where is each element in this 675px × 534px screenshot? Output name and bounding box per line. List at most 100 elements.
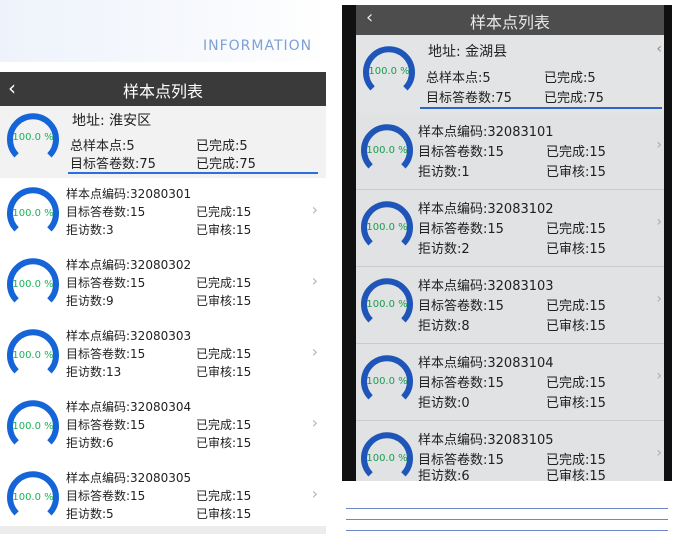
chevron-right-icon: › <box>656 291 662 307</box>
list-item[interactable]: 100.0 % 样本点编码:32080305 目标答卷数:15 已完成:15 拒… <box>0 462 326 534</box>
chevron-right-icon: › <box>311 342 318 361</box>
gauge-value: 100.0 % <box>368 66 410 77</box>
chevron-right-icon: › <box>311 413 318 432</box>
target-answers: 目标答卷数:75 <box>426 91 512 106</box>
refused-count: 拒访数:6 <box>66 436 114 450</box>
refused-count: 拒访数:0 <box>418 396 470 411</box>
completed-count: 已完成:15 <box>546 145 606 160</box>
gauge-value: 100.0 % <box>12 208 54 219</box>
chevron-right-icon: › <box>311 484 318 503</box>
gauge-value: 100.0 % <box>366 299 408 310</box>
completed-samples: 已完成:5 <box>544 71 596 86</box>
reviewed-count: 已审核:15 <box>546 319 606 334</box>
target-answers: 目标答卷数:15 <box>418 376 504 391</box>
completed-count: 已完成:15 <box>546 222 606 237</box>
list-item[interactable]: 100.0 % 样本点编码:32080303 目标答卷数:15 已完成:15 拒… <box>0 320 326 392</box>
refused-count: 拒访数:6 <box>418 469 470 481</box>
refused-count: 拒访数:9 <box>66 294 114 308</box>
target-answers: 目标答卷数:15 <box>418 222 504 237</box>
divider-line <box>346 530 668 531</box>
completed-count: 已完成:15 <box>196 205 252 219</box>
list-footer <box>0 526 326 534</box>
completed-samples: 已完成:5 <box>196 139 248 154</box>
completed-answers: 已完成:75 <box>544 91 604 106</box>
information-heading: INFORMATION <box>203 38 313 54</box>
completed-count: 已完成:15 <box>196 276 252 290</box>
sample-code: 样本点编码:32083101 <box>418 125 554 140</box>
refused-count: 拒访数:8 <box>418 319 470 334</box>
progress-gauge-icon: 100.0 % <box>6 328 60 382</box>
reviewed-count: 已审核:15 <box>546 165 606 180</box>
refused-count: 拒访数:3 <box>66 223 114 237</box>
target-answers: 目标答卷数:15 <box>66 489 146 503</box>
title-bar: ‹ 样本点列表 <box>0 72 326 106</box>
sample-code: 样本点编码:32080305 <box>66 471 192 485</box>
list-item[interactable]: 100.0 % 样本点编码:32083101 目标答卷数:15 已完成:15 拒… <box>356 113 664 190</box>
sample-code: 样本点编码:32080303 <box>66 329 192 343</box>
address-label: 地址: 淮安区 <box>72 113 152 129</box>
progress-gauge-icon: 100.0 % <box>360 200 414 254</box>
progress-gauge-icon: 100.0 % <box>6 470 60 524</box>
completed-count: 已完成:15 <box>546 376 606 391</box>
target-answers: 目标答卷数:15 <box>66 205 146 219</box>
refused-count: 拒访数:2 <box>418 242 470 257</box>
list-item[interactable]: 100.0 % 样本点编码:32083102 目标答卷数:15 已完成:15 拒… <box>356 190 664 267</box>
reviewed-count: 已审核:15 <box>196 223 252 237</box>
chevron-right-icon: › <box>311 200 318 219</box>
gauge-value: 100.0 % <box>366 145 408 156</box>
reviewed-count: 已审核:15 <box>196 365 252 379</box>
progress-gauge-icon: 100.0 % <box>362 45 416 99</box>
page-title: 样本点列表 <box>469 13 550 32</box>
divider-line <box>346 508 668 509</box>
list-item[interactable]: 100.0 % 样本点编码:32083105 目标答卷数:15 已完成:15 拒… <box>356 421 664 481</box>
gauge-value: 100.0 % <box>366 376 408 387</box>
progress-gauge-icon: 100.0 % <box>6 186 60 240</box>
sample-code: 样本点编码:32083103 <box>418 279 554 294</box>
list-item[interactable]: 100.0 % 样本点编码:32083104 目标答卷数:15 已完成:15 拒… <box>356 344 664 421</box>
summary-underline <box>420 107 662 109</box>
target-answers: 目标答卷数:15 <box>418 299 504 314</box>
reviewed-count: 已审核:15 <box>196 294 252 308</box>
sample-code: 样本点编码:32080302 <box>66 258 192 272</box>
progress-gauge-icon: 100.0 % <box>6 112 60 166</box>
summary-card: 100.0 % 地址: 金湖县 总样本点:5 已完成:5 目标答卷数:75 已完… <box>356 35 664 113</box>
sample-list-screen-right: ‹ 样本点列表 100.0 % 地址: 金湖县 总样本点:5 已完成:5 目标答… <box>356 5 664 481</box>
total-samples: 总样本点:5 <box>70 139 135 154</box>
address-label: 地址: 金湖县 <box>428 44 508 60</box>
chevron-right-icon: › <box>656 368 662 384</box>
reviewed-count: 已审核:15 <box>196 436 252 450</box>
target-answers: 目标答卷数:15 <box>66 276 146 290</box>
gauge-value: 100.0 % <box>366 453 408 464</box>
list-item[interactable]: 100.0 % 样本点编码:32080304 目标答卷数:15 已完成:15 拒… <box>0 391 326 463</box>
progress-gauge-icon: 100.0 % <box>360 431 414 481</box>
sample-code: 样本点编码:32083105 <box>418 433 554 448</box>
list-item[interactable]: 100.0 % 样本点编码:32080302 目标答卷数:15 已完成:15 拒… <box>0 249 326 321</box>
gauge-value: 100.0 % <box>12 350 54 361</box>
gauge-value: 100.0 % <box>12 492 54 503</box>
progress-gauge-icon: 100.0 % <box>360 354 414 408</box>
target-answers: 目标答卷数:15 <box>66 418 146 432</box>
progress-gauge-icon: 100.0 % <box>6 399 60 453</box>
list-item[interactable]: 100.0 % 样本点编码:32083103 目标答卷数:15 已完成:15 拒… <box>356 267 664 344</box>
summary-card: 100.0 % 地址: 淮安区 总样本点:5 已完成:5 目标答卷数:75 已完… <box>0 106 326 178</box>
sample-code: 样本点编码:32080304 <box>66 400 192 414</box>
target-answers: 目标答卷数:15 <box>418 145 504 160</box>
chevron-right-icon: › <box>656 445 662 461</box>
reviewed-count: 已审核:15 <box>546 396 606 411</box>
chevron-right-icon: › <box>656 214 662 230</box>
summary-underline <box>68 172 318 174</box>
page-title: 样本点列表 <box>122 82 203 101</box>
sample-code: 样本点编码:32080301 <box>66 187 192 201</box>
completed-count: 已完成:15 <box>546 299 606 314</box>
reviewed-count: 已审核:15 <box>196 507 252 521</box>
refused-count: 拒访数:13 <box>66 365 122 379</box>
gauge-value: 100.0 % <box>12 279 54 290</box>
gauge-value: 100.0 % <box>12 132 54 143</box>
progress-gauge-icon: 100.0 % <box>360 277 414 331</box>
gauge-value: 100.0 % <box>366 222 408 233</box>
gauge-value: 100.0 % <box>12 421 54 432</box>
sample-list-screen-left: ‹ 样本点列表 100.0 % 地址: 淮安区 总样本点:5 已完成:5 目标答… <box>0 72 326 534</box>
list-item[interactable]: 100.0 % 样本点编码:32080301 目标答卷数:15 已完成:15 拒… <box>0 178 326 250</box>
refused-count: 拒访数:1 <box>418 165 470 180</box>
completed-count: 已完成:15 <box>196 418 252 432</box>
